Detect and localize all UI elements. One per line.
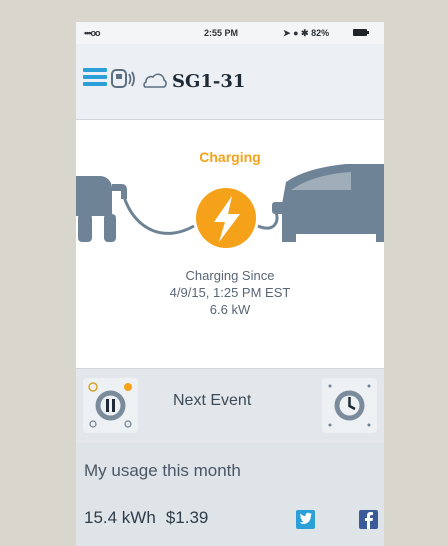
battery-percent: 82% <box>311 28 330 38</box>
status-right: ➤ ● ✱ 82% <box>283 28 329 39</box>
status-bar: •••oo 2:55 PM ➤ ● ✱ 82% <box>76 22 384 44</box>
station-title: SG1-31 <box>172 71 246 92</box>
usage-cost: $1.39 <box>165 508 209 527</box>
bluetooth-icon: ✱ <box>301 28 309 38</box>
usage-values: 15.4 kWh $1.39 <box>84 508 218 528</box>
charging-details: Charging Since 4/9/15, 1:25 PM EST 6.6 k… <box>76 267 384 318</box>
twitter-icon[interactable] <box>296 510 315 529</box>
phone-screen: •••oo 2:55 PM ➤ ● ✱ 82% SG1-31 Charging <box>76 22 384 546</box>
schedule-clock-icon[interactable] <box>322 378 377 433</box>
menu-icon[interactable] <box>83 68 107 87</box>
location-icon: ➤ <box>283 28 291 38</box>
next-event-title: Next Event <box>173 392 252 409</box>
charging-station-icon <box>111 69 135 88</box>
charging-since-label: Charging Since <box>185 268 275 283</box>
alarm-icon: ● <box>293 28 299 38</box>
next-event-bar: Next Event <box>76 368 384 444</box>
app-header: SG1-31 <box>76 44 384 120</box>
clock: 2:55 PM <box>204 28 239 38</box>
pause-schedule-icon[interactable] <box>83 378 138 433</box>
facebook-icon[interactable] <box>359 510 378 529</box>
usage-panel: My usage this month 15.4 kWh $1.39 <box>76 443 384 546</box>
charging-panel: Charging Charging Since 4/9/15, 1:25 PM … <box>76 120 384 368</box>
signal-indicator: •••oo <box>84 28 100 38</box>
usage-energy: 15.4 kWh <box>84 508 156 527</box>
charging-power: 6.6 kW <box>209 302 251 317</box>
cloud-icon <box>143 73 167 88</box>
charging-illustration <box>76 164 384 248</box>
usage-title: My usage this month <box>84 461 241 480</box>
charging-bolt-icon <box>196 188 256 248</box>
battery-icon <box>353 29 369 36</box>
charging-since-time: 4/9/15, 1:25 PM EST <box>169 285 291 300</box>
